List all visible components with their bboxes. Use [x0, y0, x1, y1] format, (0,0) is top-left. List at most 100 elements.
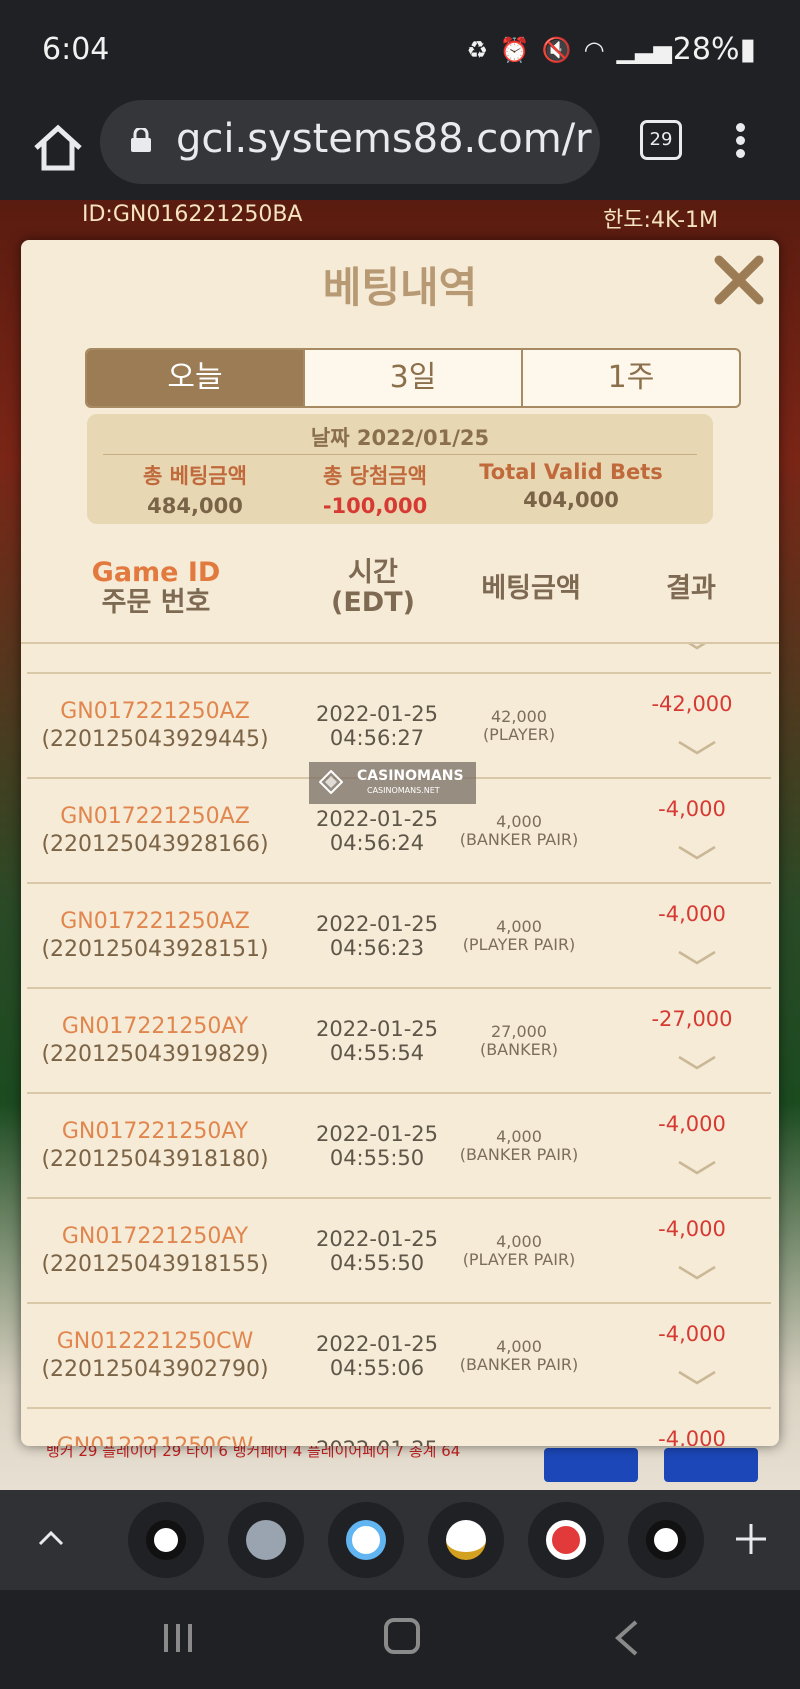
- table-header: Game ID 주문 번호 시간 (EDT) 베팅금액 결과: [21, 558, 779, 642]
- betting-history-modal: 베팅내역 오늘 3일 1주 날짜 2022/01/25 총 베팅금액 484,0…: [21, 240, 779, 1446]
- row-amount: 4,000: [496, 1232, 542, 1251]
- diamond-logo-icon: [319, 770, 343, 794]
- road-button-player[interactable]: [664, 1448, 758, 1482]
- tab-switcher-button[interactable]: 29: [640, 120, 682, 160]
- row-bet-type: (BANKER PAIR): [459, 830, 579, 849]
- divider: [103, 454, 697, 455]
- row-result: -4,000: [658, 1322, 726, 1346]
- row-result: -4,000: [658, 1217, 726, 1241]
- summary-panel: 날짜 2022/01/25 총 베팅금액 484,000 총 당첨금액 -100…: [87, 414, 713, 524]
- row-id-cell: GN012221250CW (220125043902790): [27, 1328, 283, 1384]
- battery-icon: ▮: [739, 32, 756, 67]
- tab-today[interactable]: 오늘: [87, 350, 303, 406]
- battery-saver-icon: ♻: [466, 36, 488, 64]
- col-order-no-label: 주문 번호: [101, 587, 211, 618]
- table-row[interactable]: GN017221250AY (220125043919829) 2022-01-25…: [27, 989, 771, 1094]
- row-amount: 27,000: [491, 1022, 547, 1041]
- system-nav-bar: [0, 1590, 800, 1689]
- watermark: CASINOMANS CASINOMANS.NET: [309, 762, 476, 804]
- battery-level: 28%▮: [673, 32, 756, 67]
- signal-icon: ▁▃▅: [616, 36, 672, 64]
- row-order-id: (220125043928151): [41, 937, 269, 962]
- chevron-down-icon[interactable]: [677, 1160, 717, 1176]
- row-amount-cell: 4,000 (BANKER PAIR): [437, 1128, 601, 1164]
- mute-icon: 🔇: [541, 36, 572, 64]
- home-icon[interactable]: [28, 118, 88, 178]
- tab-favicon-react[interactable]: [328, 1502, 404, 1578]
- bet-limit: 한도:4K-1M: [603, 208, 718, 233]
- row-game-id: GN017221250AZ: [60, 804, 250, 829]
- modal-title: 베팅내역: [322, 263, 478, 312]
- chevron-down-icon[interactable]: [677, 644, 717, 651]
- table-row[interactable]: GN017221250AY (220125043918180) 2022-01-25…: [27, 1094, 771, 1199]
- more-menu-icon[interactable]: [728, 120, 752, 164]
- table-row[interactable]: GN017221250AZ (220125043928151) 2022-01-25…: [27, 884, 771, 989]
- valid-bets: Total Valid Bets 404,000: [471, 460, 671, 512]
- col-result: 결과: [666, 573, 716, 604]
- tab-favicon-4[interactable]: [428, 1502, 504, 1578]
- row-result: -27,000: [651, 1007, 733, 1031]
- chevron-down-icon[interactable]: [677, 950, 717, 966]
- col-game-id: Game ID 주문 번호: [31, 558, 281, 618]
- row-order-id: (220125043902790): [41, 1357, 269, 1382]
- row-result: -4,000: [658, 1427, 726, 1446]
- tab-3days[interactable]: 3일: [303, 350, 521, 406]
- row-date: 2022-01-25: [287, 1437, 467, 1446]
- road-button-banker[interactable]: [544, 1448, 638, 1482]
- tab-favicon-2[interactable]: [228, 1502, 304, 1578]
- row-bet-type: (BANKER PAIR): [459, 1145, 579, 1164]
- chevron-down-icon[interactable]: [677, 845, 717, 861]
- row-game-id: GN017221250AY: [61, 1014, 249, 1039]
- row-game-id: GN017221250AZ: [60, 699, 250, 724]
- row-amount-cell: 42,000 (PLAYER): [437, 708, 601, 744]
- recents-icon[interactable]: [160, 1620, 196, 1656]
- row-amount-cell: 4,000 (PLAYER PAIR): [437, 918, 601, 954]
- table-row[interactable]: GN012221250CW 2022-01-25 -4,000: [27, 1409, 771, 1446]
- chevron-down-icon[interactable]: [677, 1265, 717, 1281]
- table-row[interactable]: GN012221250CW (220125043902790) 2022-01-25…: [27, 1304, 771, 1409]
- col-time-label: 시간: [348, 557, 398, 588]
- table-row[interactable]: GN017221250AY (220125043918155) 2022-01-25…: [27, 1199, 771, 1304]
- plus-icon[interactable]: [734, 1522, 768, 1556]
- row-id-cell: GN012221250CW: [27, 1433, 283, 1446]
- watermark-subtitle: CASINOMANS.NET: [367, 786, 440, 795]
- row-id-cell: GN017221250AY (220125043918155): [27, 1223, 283, 1279]
- chevron-down-icon[interactable]: [677, 740, 717, 756]
- browser-toolbar: gci.systems88.com/r 29: [0, 100, 800, 200]
- row-bet-type: (BANKER): [479, 1040, 559, 1059]
- row-game-id: GN017221250AY: [61, 1119, 249, 1144]
- row-id-cell: GN017221250AY (220125043918180): [27, 1118, 283, 1174]
- back-icon[interactable]: [612, 1618, 642, 1658]
- close-icon[interactable]: [711, 252, 767, 308]
- tab-favicon-1[interactable]: [128, 1502, 204, 1578]
- row-bet-type: (BANKER PAIR): [459, 1355, 579, 1374]
- table-id: ID:GN016221250BA: [82, 202, 303, 227]
- chevron-down-icon[interactable]: [677, 1055, 717, 1071]
- table-row[interactable]: (220125043947092)04:57:23: [27, 644, 771, 674]
- status-icons: ♻ ⏰ 🔇 ◠ ▁▃▅: [466, 36, 672, 64]
- row-order-id: (220125043918155): [41, 1252, 269, 1277]
- tab-strip-toolbar: [0, 1490, 800, 1590]
- valid-bets-label: Total Valid Bets: [479, 460, 663, 484]
- row-order-id: (220125043918180): [41, 1147, 269, 1172]
- row-bet-type: (PLAYER PAIR): [462, 1250, 576, 1269]
- row-order-id: (220125043919829): [41, 1042, 269, 1067]
- url-text: gci.systems88.com/r: [176, 116, 592, 162]
- row-amount: 4,000: [496, 917, 542, 936]
- total-bet-value: 484,000: [147, 494, 243, 518]
- total-bet-label: 총 베팅금액: [143, 464, 247, 488]
- status-bar: 6:04 ♻ ⏰ 🔇 ◠ ▁▃▅ 28%▮: [0, 0, 800, 100]
- row-time-cell: 2022-01-25: [287, 1437, 467, 1446]
- chevron-down-icon[interactable]: [677, 1370, 717, 1386]
- tab-favicon-ruby[interactable]: [528, 1502, 604, 1578]
- watermark-title: CASINOMANS: [357, 768, 464, 784]
- home-nav-icon[interactable]: [384, 1618, 420, 1654]
- total-win: 총 당첨금액 -100,000: [275, 460, 475, 518]
- row-game-id: GN012221250CW: [27, 1433, 283, 1446]
- tab-favicon-6[interactable]: [628, 1502, 704, 1578]
- url-bar[interactable]: gci.systems88.com/r: [100, 100, 600, 184]
- lock-icon: [131, 128, 151, 152]
- tab-1week[interactable]: 1주: [521, 350, 739, 406]
- chevron-up-icon[interactable]: [36, 1524, 66, 1554]
- row-amount: 4,000: [496, 1127, 542, 1146]
